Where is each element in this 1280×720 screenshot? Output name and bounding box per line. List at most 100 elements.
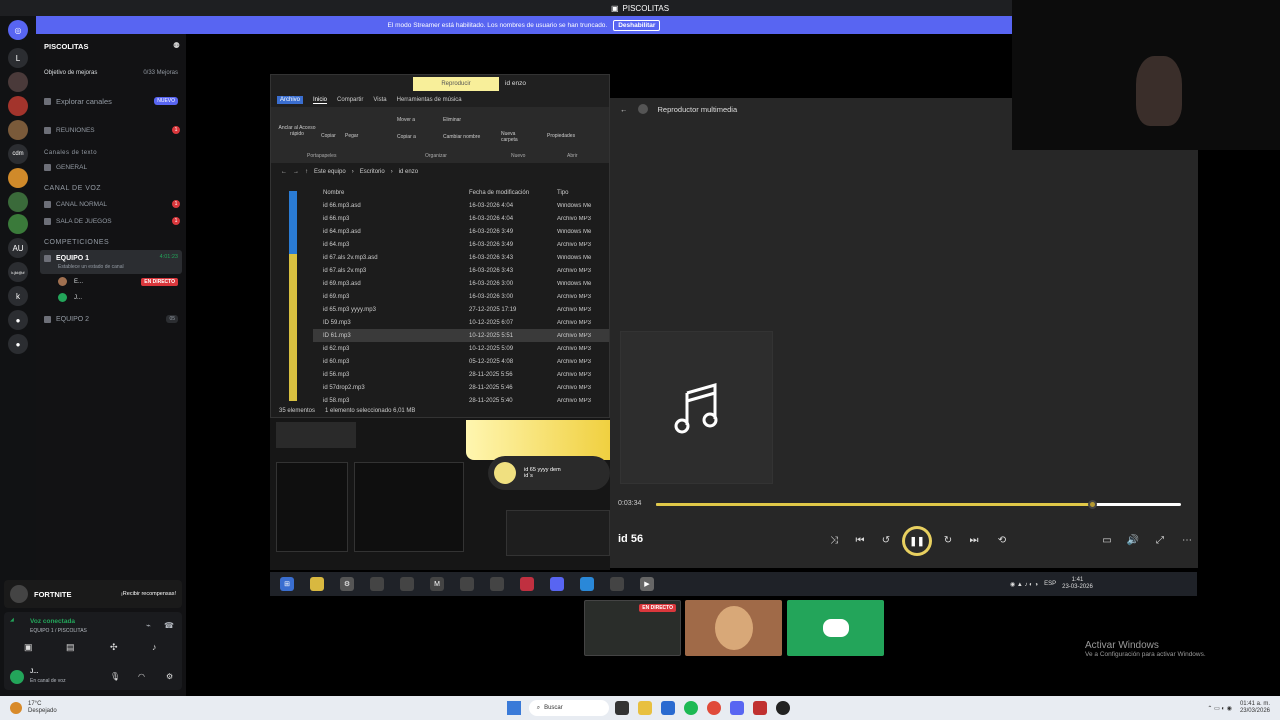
tray-icons[interactable]: ⌃ ▭ ◐ ◉: [1207, 705, 1232, 712]
chrome-icon[interactable]: [706, 701, 721, 715]
weather-icon[interactable]: [10, 702, 22, 714]
file-row[interactable]: id 60.mp3 05-12-2025 4:08 Archivo MP3: [313, 355, 609, 368]
file-row[interactable]: id 67.als 2v.mp3.asd 16-03-2026 3:43 Windo…: [313, 251, 609, 264]
settings-gear-icon[interactable]: ⚙: [166, 672, 173, 681]
app-icon[interactable]: [752, 701, 767, 715]
eq-panel[interactable]: [506, 510, 610, 556]
server-icon-cdm[interactable]: cdm: [8, 144, 28, 164]
volume-icon[interactable]: 🔊: [1126, 533, 1140, 547]
user-avatar[interactable]: [58, 293, 67, 302]
col-name[interactable]: Nombre: [313, 190, 469, 196]
windows-start-icon[interactable]: [506, 701, 521, 715]
m-app-icon[interactable]: M: [430, 577, 444, 591]
taskbar-search[interactable]: ⌕ Buscar: [528, 700, 609, 716]
voice-connected-status[interactable]: Voz conectada: [30, 618, 75, 625]
server-icon-k[interactable]: k: [8, 286, 28, 306]
camera-icon[interactable]: ▣: [24, 642, 33, 653]
shield-icon[interactable]: [370, 577, 384, 591]
file-row[interactable]: id 64.mp3 16-03-2026 3:49 Archivo MP3: [313, 238, 609, 251]
back-arrow-icon[interactable]: ←: [281, 169, 287, 175]
discord-icon[interactable]: [729, 701, 744, 715]
stream-tile-screen[interactable]: EN DIRECTO: [584, 600, 681, 656]
fortnite-promo[interactable]: FORTNITE ¡Recibir recompensas!: [4, 580, 182, 608]
start-icon[interactable]: ⊞: [280, 577, 294, 591]
self-username[interactable]: J...: [30, 669, 38, 675]
nav-pane[interactable]: [289, 191, 297, 401]
fullscreen-icon[interactable]: ⤢: [1153, 533, 1167, 547]
activities-icon[interactable]: ✣: [110, 642, 118, 653]
file-row[interactable]: id 69.mp3.asd 16-03-2026 3:00 Windows Me: [313, 277, 609, 290]
discord-icon[interactable]: [550, 577, 564, 591]
server-icon-circle[interactable]: ●: [8, 310, 28, 330]
paste-button[interactable]: Pegar: [345, 133, 358, 139]
mixer-panel[interactable]: [276, 462, 348, 552]
media-icon[interactable]: [775, 701, 790, 715]
play-tool-tab[interactable]: Reproducir: [413, 77, 499, 91]
server-icon-k-jkl[interactable]: k.jkl@#: [8, 262, 28, 282]
settings-icon[interactable]: ⚙: [340, 577, 354, 591]
stream-tile-cat[interactable]: [685, 600, 782, 656]
file-row[interactable]: ID 59.mp3 10-12-2025 6:07 Archivo MP3: [313, 316, 609, 329]
breadcrumb-2[interactable]: Escritorio: [360, 169, 385, 175]
channel-status[interactable]: Establece un estado de canal: [58, 264, 124, 270]
back-icon[interactable]: ←: [620, 105, 628, 114]
previous-icon[interactable]: ⏮: [853, 533, 867, 547]
channel-voice-normal[interactable]: CANAL NORMAL: [44, 198, 180, 210]
server-icon-red[interactable]: [8, 96, 28, 116]
stream-tile-discord[interactable]: [787, 600, 884, 656]
file-row[interactable]: id 66.mp3 16-03-2026 4:04 Archivo MP3: [313, 212, 609, 225]
channel-meetings[interactable]: REUNIONES: [44, 124, 180, 136]
file-row[interactable]: id 66.mp3.asd 16-03-2026 4:04 Windows Me: [313, 199, 609, 212]
breadcrumb-3[interactable]: id enzo: [399, 169, 418, 175]
file-row[interactable]: id 65.mp3 yyyy.mp3 27-12-2025 17:19 Archiv…: [313, 303, 609, 316]
explorer-icon[interactable]: [637, 701, 652, 715]
app-icon[interactable]: [580, 577, 594, 591]
address-bar[interactable]: ← → ↑ Este equipo › Escritorio › id enzo: [271, 165, 609, 179]
pin-quick-access-button[interactable]: Anclar al Acceso rápido: [277, 125, 317, 137]
channel-general[interactable]: GENERAL: [44, 161, 180, 173]
app-icon[interactable]: [460, 577, 474, 591]
steam-icon[interactable]: [490, 577, 504, 591]
taskview-icon[interactable]: [614, 701, 629, 715]
tab-herramientas-musica[interactable]: Herramientas de música: [397, 97, 462, 103]
seek-bar[interactable]: [656, 500, 1181, 509]
file-row[interactable]: ID 61.mp3 10-12-2025 5:51 Archivo MP3: [313, 329, 609, 342]
server-icon-avatar[interactable]: [8, 72, 28, 92]
next-icon[interactable]: ⏭: [967, 533, 981, 547]
up-arrow-icon[interactable]: ↑: [305, 169, 308, 175]
claim-rewards-link[interactable]: ¡Recibir recompensas!: [121, 591, 176, 597]
channel-team2[interactable]: EQUIPO 2: [44, 313, 180, 325]
user-avatar[interactable]: [58, 277, 67, 286]
app-icon[interactable]: [610, 577, 624, 591]
server-icon-character[interactable]: [8, 168, 28, 188]
app-icon[interactable]: [520, 577, 534, 591]
tab-compartir[interactable]: Compartir: [337, 97, 363, 103]
disable-streamer-button[interactable]: Deshabilitar: [613, 19, 661, 31]
soundboard-icon[interactable]: ♪: [152, 642, 157, 652]
server-icon-green2[interactable]: [8, 214, 28, 234]
server-icon-l[interactable]: L: [8, 48, 28, 68]
disconnect-icon[interactable]: ☎: [164, 621, 174, 630]
category-text-channels[interactable]: Canales de texto: [44, 150, 97, 156]
media-player-taskbar-icon[interactable]: ▶: [640, 577, 654, 591]
rewind-10-icon[interactable]: ↺: [879, 533, 893, 547]
breadcrumb-1[interactable]: Este equipo: [314, 169, 346, 175]
more-options-icon[interactable]: ⋯: [1180, 533, 1194, 547]
rename-button[interactable]: Cambiar nombre: [443, 134, 480, 140]
file-row[interactable]: id 69.mp3 16-03-2026 3:00 Archivo MP3: [313, 290, 609, 303]
category-voice[interactable]: CANAL DE VOZ: [44, 185, 101, 192]
server-icon-au[interactable]: AU: [8, 238, 28, 258]
pause-button[interactable]: ❚❚: [902, 526, 932, 556]
tab-archivo[interactable]: Archivo: [277, 96, 304, 104]
server-icon-circle2[interactable]: ●: [8, 334, 28, 354]
col-date[interactable]: Fecha de modificación: [469, 190, 557, 196]
delete-button[interactable]: Eliminar: [443, 117, 461, 123]
channel-games-room[interactable]: SALA DE JUEGOS: [44, 215, 180, 227]
miniplayer-icon[interactable]: ▭: [1100, 533, 1114, 547]
boost-goal-label[interactable]: Objetivo de mejoras: [44, 70, 97, 76]
screen-share-icon[interactable]: ▤: [66, 642, 75, 653]
app-icon[interactable]: [400, 577, 414, 591]
tab-inicio[interactable]: Inicio: [313, 97, 328, 104]
folder-icon[interactable]: [310, 577, 324, 591]
device-panel[interactable]: [354, 462, 464, 552]
